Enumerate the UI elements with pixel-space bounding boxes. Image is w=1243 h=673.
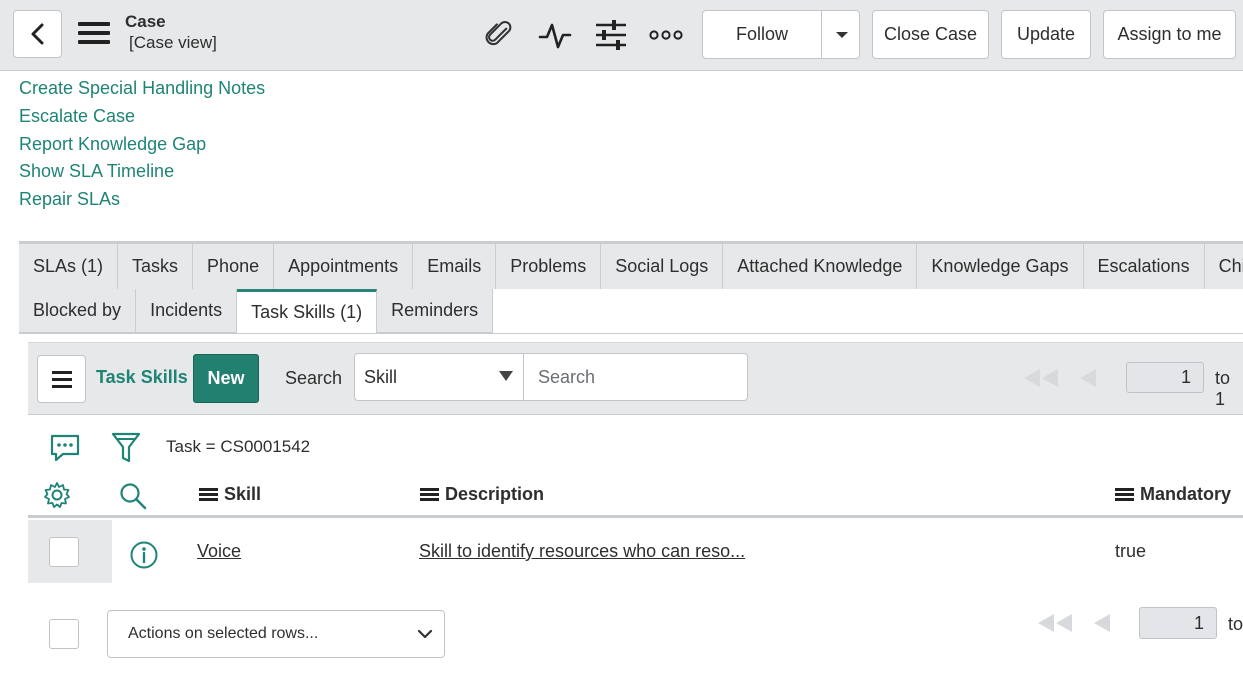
mandatory-cell: true [1115, 541, 1147, 561]
tab-phone[interactable]: Phone [193, 244, 275, 289]
close-case-button[interactable]: Close Case [872, 10, 989, 59]
search-field-value: Skill [364, 366, 398, 387]
tab-incidents[interactable]: Incidents [136, 289, 238, 333]
actions-select-label: Actions on selected rows... [128, 625, 319, 642]
filter-row: Task = CS0001542 [28, 425, 1243, 469]
sliders-icon [596, 20, 626, 50]
search-label: Search [285, 368, 343, 388]
tab-social-logs[interactable]: Social Logs [601, 244, 724, 289]
more-options-button[interactable] [649, 18, 683, 52]
page-title: Case [125, 12, 166, 31]
new-button[interactable]: New [193, 354, 259, 403]
link-show-sla-timeline[interactable]: Show SLA Timeline [19, 159, 265, 187]
previous-page-icon[interactable] [1092, 612, 1112, 634]
page-subtitle: [Case view] [129, 33, 217, 52]
footer-page-range-label: to [1228, 614, 1243, 634]
tab-appointments[interactable]: Appointments [274, 244, 414, 289]
chevron-down-icon [417, 629, 433, 639]
paperclip-icon [485, 20, 512, 46]
activity-pulse-icon [538, 23, 572, 49]
tab-reminders[interactable]: Reminders [377, 289, 494, 333]
more-dots-icon [649, 30, 683, 40]
info-icon[interactable] [129, 540, 159, 570]
back-button[interactable] [13, 10, 62, 58]
column-menu-icon[interactable] [199, 486, 218, 503]
tab-tasks[interactable]: Tasks [118, 244, 194, 289]
hamburger-menu-icon[interactable] [78, 22, 110, 48]
comment-icon[interactable] [49, 433, 81, 463]
form-header: Case [Case view] Follow Close Case Updat… [0, 0, 1243, 71]
search-input[interactable]: Search [523, 353, 748, 401]
first-page-icon[interactable] [1036, 612, 1074, 634]
page-range-label: to 1 [1215, 368, 1231, 409]
previous-page-icon[interactable] [1078, 367, 1098, 389]
column-label-skill: Skill [224, 484, 262, 504]
table-row: Voice Skill to identify resources who ca… [28, 520, 1243, 583]
tab-emails[interactable]: Emails [413, 244, 497, 289]
attachment-button[interactable] [482, 18, 516, 52]
update-button[interactable]: Update [1001, 10, 1091, 59]
form-title-block: Case [Case view] [125, 12, 217, 53]
description-cell[interactable]: Skill to identify resources who can reso… [419, 541, 745, 562]
caret-down-icon [499, 371, 513, 381]
link-repair-slas[interactable]: Repair SLAs [19, 187, 265, 215]
tab-blocked-by[interactable]: Blocked by [19, 289, 137, 333]
row-select-cell [28, 520, 112, 583]
skill-cell[interactable]: Voice [197, 541, 241, 562]
tab-child[interactable]: Chi [1204, 244, 1243, 289]
column-label-description: Description [445, 484, 545, 504]
filter-breadcrumb[interactable]: Task = CS0001542 [166, 437, 310, 457]
list-title[interactable]: Task Skills [96, 367, 188, 388]
column-header-description[interactable]: Description [420, 484, 544, 505]
footer-page-number-input[interactable]: 1 [1139, 607, 1217, 639]
gear-icon[interactable] [43, 481, 71, 509]
list-context-menu-button[interactable] [37, 355, 86, 403]
follow-dropdown-button[interactable] [823, 11, 860, 58]
tab-knowledge-gaps[interactable]: Knowledge Gaps [917, 244, 1084, 289]
page-number-input[interactable]: 1 [1126, 362, 1204, 393]
link-create-special-handling-notes[interactable]: Create Special Handling Notes [19, 76, 265, 104]
column-menu-icon[interactable] [1115, 486, 1134, 503]
column-menu-icon[interactable] [420, 486, 439, 503]
case-form-page: Case [Case view] Follow Close Case Updat… [0, 0, 1243, 673]
search-field-select[interactable]: Skill [354, 353, 524, 401]
column-label-mandatory: Mandatory [1140, 484, 1232, 504]
tab-slas[interactable]: SLAs (1) [19, 244, 119, 289]
search-icon[interactable] [118, 481, 148, 511]
actions-on-selected-rows-select[interactable]: Actions on selected rows... [107, 610, 445, 658]
first-page-icon[interactable] [1022, 367, 1060, 389]
tab-task-skills[interactable]: Task Skills (1) [237, 289, 378, 333]
related-list-tabs-row-2: Blocked by Incidents Task Skills (1) Rem… [19, 289, 1243, 334]
assign-to-me-button[interactable]: Assign to me [1103, 10, 1236, 59]
tab-problems[interactable]: Problems [496, 244, 602, 289]
list-column-header: Skill Description Mandatory [28, 470, 1243, 518]
tab-escalations[interactable]: Escalations [1083, 244, 1205, 289]
personalize-form-button[interactable] [594, 18, 628, 52]
caret-down-icon [835, 31, 848, 38]
link-report-knowledge-gap[interactable]: Report Knowledge Gap [19, 132, 265, 160]
related-links: Create Special Handling Notes Escalate C… [19, 76, 265, 215]
select-all-checkbox[interactable] [49, 619, 79, 649]
back-arrow-icon [31, 23, 43, 45]
column-header-mandatory[interactable]: Mandatory [1115, 484, 1231, 505]
link-escalate-case[interactable]: Escalate Case [19, 104, 265, 132]
list-toolbar: Task Skills New Search Skill Search 1 to… [28, 342, 1243, 415]
related-list-tabs-row-1: SLAs (1) Tasks Phone Appointments Emails… [19, 241, 1243, 289]
row-checkbox[interactable] [49, 537, 79, 567]
activity-stream-button[interactable] [538, 18, 572, 52]
tab-attached-knowledge[interactable]: Attached Knowledge [723, 244, 918, 289]
column-header-skill[interactable]: Skill [199, 484, 261, 505]
follow-button[interactable]: Follow [703, 11, 822, 58]
follow-button-group: Follow [702, 10, 860, 59]
filter-funnel-icon[interactable] [110, 431, 142, 465]
